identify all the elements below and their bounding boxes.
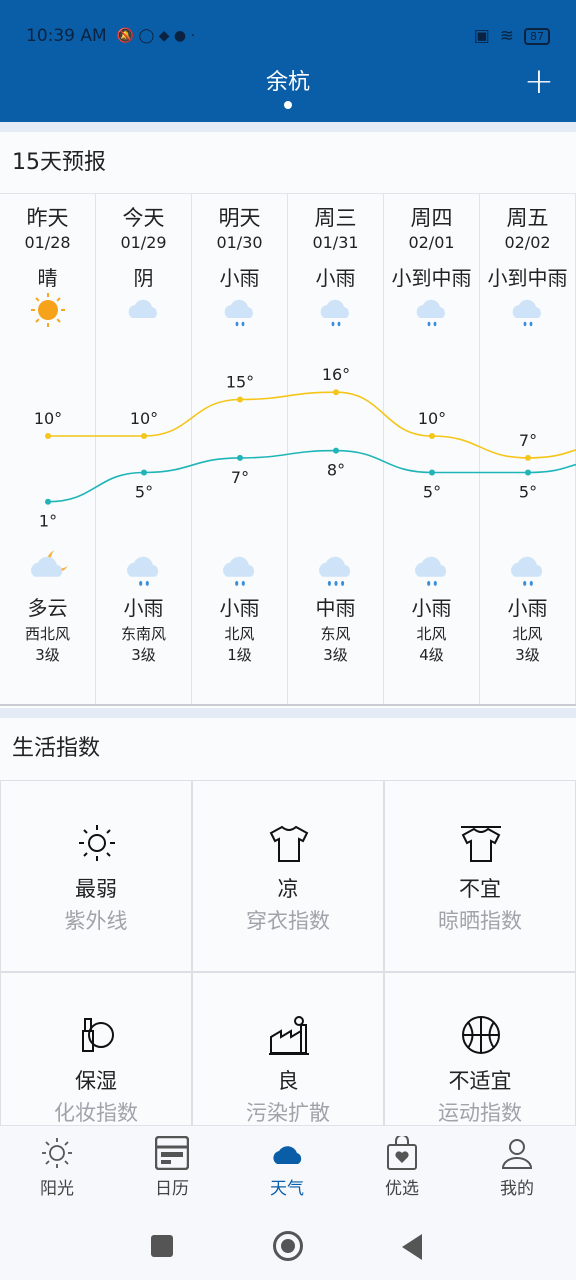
nav-label: 日历 [155,1179,189,1199]
high-temp-label: 7° [519,431,537,450]
app-header: 10:39 AM 🔕 ◯ ◆ ● · ▣ ≋ 87 余杭 + [0,0,576,122]
tshirt-icon [269,825,309,862]
high-temp-label: 16° [322,365,350,384]
divider [0,708,576,718]
nav-label: 天气 [270,1179,304,1199]
wifi-icon: ≋ [499,26,514,46]
high-temp-label: 10° [418,409,446,428]
sim-icon: ▣ [473,26,490,46]
index-label: 紫外线 [64,909,128,933]
temperature-chart: 10° 10° 15° 16° 10° 7° 1° 5° 7° 8° 5° 5° [34,365,576,531]
low-temp-point [333,447,339,454]
index-label: 穿衣指数 [246,909,330,933]
nav-item-cloud[interactable]: 天气 [247,1136,327,1199]
high-temp-label: 10° [34,409,62,428]
nav-label: 优选 [385,1179,419,1199]
shopping-bag-icon [387,1136,417,1170]
sun-outline-icon [79,825,115,861]
back-button[interactable] [402,1234,424,1260]
user-icon [501,1139,533,1169]
high-temp-point [525,454,531,461]
cosmetics-icon [82,1018,114,1052]
cloud-icon [273,1146,302,1164]
sun-icon [42,1138,72,1168]
index-value: 良 [277,1069,299,1093]
low-temp-label: 8° [327,461,345,480]
factory-icon [269,1016,309,1055]
index-label: 运动指数 [438,1101,522,1125]
page-indicator [284,101,292,109]
nav-item-shopping-bag[interactable]: 优选 [362,1136,442,1199]
high-temp-point [45,433,51,439]
calendar-icon [155,1136,189,1170]
low-temp-point [525,469,531,476]
high-temp-point [333,389,339,396]
index-value: 不宜 [459,877,501,901]
low-temp-point [237,454,243,461]
nav-label: 我的 [500,1179,534,1199]
forecast-title: 15天预报 [0,132,576,194]
basketball-icon [462,1016,500,1054]
life-index-item[interactable]: 最弱 紫外线 [0,780,192,972]
life-index-item[interactable]: 保湿 化妆指数 [0,972,192,1125]
battery-icon: 87 [524,27,550,45]
nav-item-sun[interactable]: 阳光 [17,1136,97,1199]
life-card: 生活指数 [0,718,576,780]
life-title: 生活指数 [12,736,101,761]
high-temp-label: 15° [226,373,254,392]
nav-label: 阳光 [40,1179,74,1199]
low-temp-point [45,498,51,505]
high-temp-line [47,391,576,459]
add-city-button[interactable]: + [524,64,554,100]
life-index-grid: 最弱 紫外线 凉 穿衣指数 不宜 晾晒指数 保湿 化妆指数 良 污染扩散 不适宜… [0,780,576,1125]
index-label: 污染扩散 [246,1101,330,1125]
high-temp-point [429,433,435,439]
system-nav-bar [0,1215,576,1280]
divider [0,122,576,132]
index-label: 晾晒指数 [438,909,522,933]
index-value: 凉 [277,877,299,901]
index-value: 保湿 [75,1069,117,1093]
life-index-item[interactable]: 良 污染扩散 [192,972,384,1125]
index-value: 不适宜 [448,1069,512,1093]
high-temp-point [237,396,243,403]
low-temp-label: 5° [135,483,153,502]
status-time: 10:39 AM [26,26,107,46]
life-index-item[interactable]: 不宜 晾晒指数 [384,780,576,972]
low-temp-label: 1° [39,512,57,531]
high-temp-label: 10° [130,409,158,428]
life-index-item[interactable]: 不适宜 运动指数 [384,972,576,1125]
recents-button[interactable] [151,1235,173,1257]
life-index-item[interactable]: 凉 穿衣指数 [192,780,384,972]
low-temp-label: 5° [423,483,441,502]
nav-item-calendar[interactable]: 日历 [132,1136,212,1199]
bottom-nav: 阳光 日历 天气 优选 我的 [0,1125,576,1215]
tshirt-hanger-icon [461,826,501,862]
low-temp-point [141,469,147,476]
home-button[interactable] [273,1231,303,1261]
low-temp-label: 5° [519,483,537,502]
low-temp-line [47,449,576,503]
high-temp-point [141,433,147,439]
city-title[interactable]: 余杭 [0,64,576,96]
index-value: 最弱 [75,877,117,901]
index-label: 化妆指数 [54,1101,138,1125]
low-temp-label: 7° [231,468,249,487]
status-bar: 10:39 AM 🔕 ◯ ◆ ● · ▣ ≋ 87 [26,22,550,50]
low-temp-point [429,469,435,476]
nav-item-user[interactable]: 我的 [477,1136,557,1199]
status-icons: 🔕 ◯ ◆ ● · [116,28,196,44]
